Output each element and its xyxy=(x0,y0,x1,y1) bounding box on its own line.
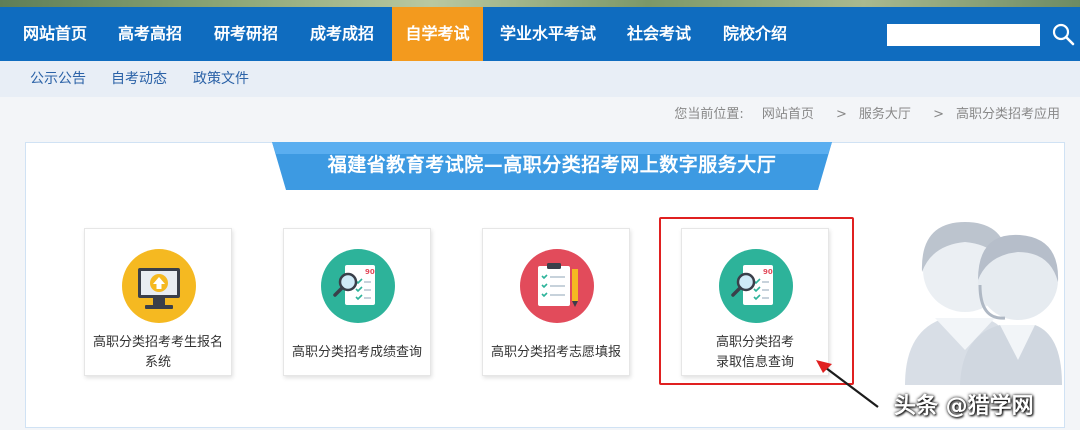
page-title: 福建省教育考试院—高职分类招考网上数字服务大厅 xyxy=(327,154,777,176)
computer-upload-icon xyxy=(122,249,196,323)
nav-item-yankao[interactable]: 研考研招 xyxy=(203,7,289,61)
annotation-arrow-icon xyxy=(810,355,890,419)
svg-text:90: 90 xyxy=(365,268,375,276)
card-registration-system[interactable]: 高职分类招考考生报名系统 xyxy=(84,228,232,376)
banner-ribbon: 福建省教育考试院—高职分类招考网上数字服务大厅 xyxy=(272,142,832,190)
breadcrumb-prefix: 您当前位置: xyxy=(674,107,744,122)
customer-service-illustration xyxy=(890,200,1065,385)
card-label: 高职分类招考成绩查询 xyxy=(291,345,422,360)
breadcrumb-separator: > xyxy=(836,107,847,122)
nav-item-zixue[interactable]: 自学考试 xyxy=(392,7,483,61)
breadcrumb-service-hall[interactable]: 服务大厅 xyxy=(859,107,911,122)
subnav-item-notices[interactable]: 公示公告 xyxy=(30,61,86,97)
header-banner-strip xyxy=(0,0,1080,7)
sub-nav: 公示公告 自考动态 政策文件 xyxy=(0,61,1080,97)
nav-item-yuanxiao[interactable]: 院校介绍 xyxy=(712,7,798,61)
breadcrumb-separator: > xyxy=(933,107,944,122)
subnav-item-news[interactable]: 自考动态 xyxy=(111,61,167,97)
nav-item-gaokao[interactable]: 高考高招 xyxy=(107,7,193,61)
nav-item-chengkao[interactable]: 成考成招 xyxy=(299,7,385,61)
main-nav: 网站首页 高考高招 研考研招 成考成招 自学考试 学业水平考试 社会考试 院校介… xyxy=(0,7,1080,61)
card-score-query[interactable]: 90 高职分类招考成绩查询 xyxy=(283,228,431,376)
nav-item-home[interactable]: 网站首页 xyxy=(12,7,98,61)
card-label: 高职分类招考志愿填报 xyxy=(490,345,621,360)
search-input[interactable] xyxy=(887,24,1040,46)
subnav-item-policy[interactable]: 政策文件 xyxy=(193,61,249,97)
score-check-icon: 90 xyxy=(321,249,395,323)
card-label: 高职分类招考考生报名系统 xyxy=(92,335,223,370)
breadcrumb: 您当前位置: 网站首页 > 服务大厅 > 高职分类招考应用 xyxy=(670,98,1060,132)
card-application-form[interactable]: 高职分类招考志愿填报 xyxy=(482,228,630,376)
breadcrumb-home[interactable]: 网站首页 xyxy=(762,107,814,122)
nav-item-xueye[interactable]: 学业水平考试 xyxy=(490,7,606,61)
breadcrumb-current: 高职分类招考应用 xyxy=(955,107,1060,122)
watermark: 头条 @猎学网 xyxy=(894,394,1034,419)
nav-item-shehui[interactable]: 社会考试 xyxy=(616,7,702,61)
search-icon[interactable] xyxy=(1050,21,1076,47)
application-form-icon xyxy=(520,249,594,323)
